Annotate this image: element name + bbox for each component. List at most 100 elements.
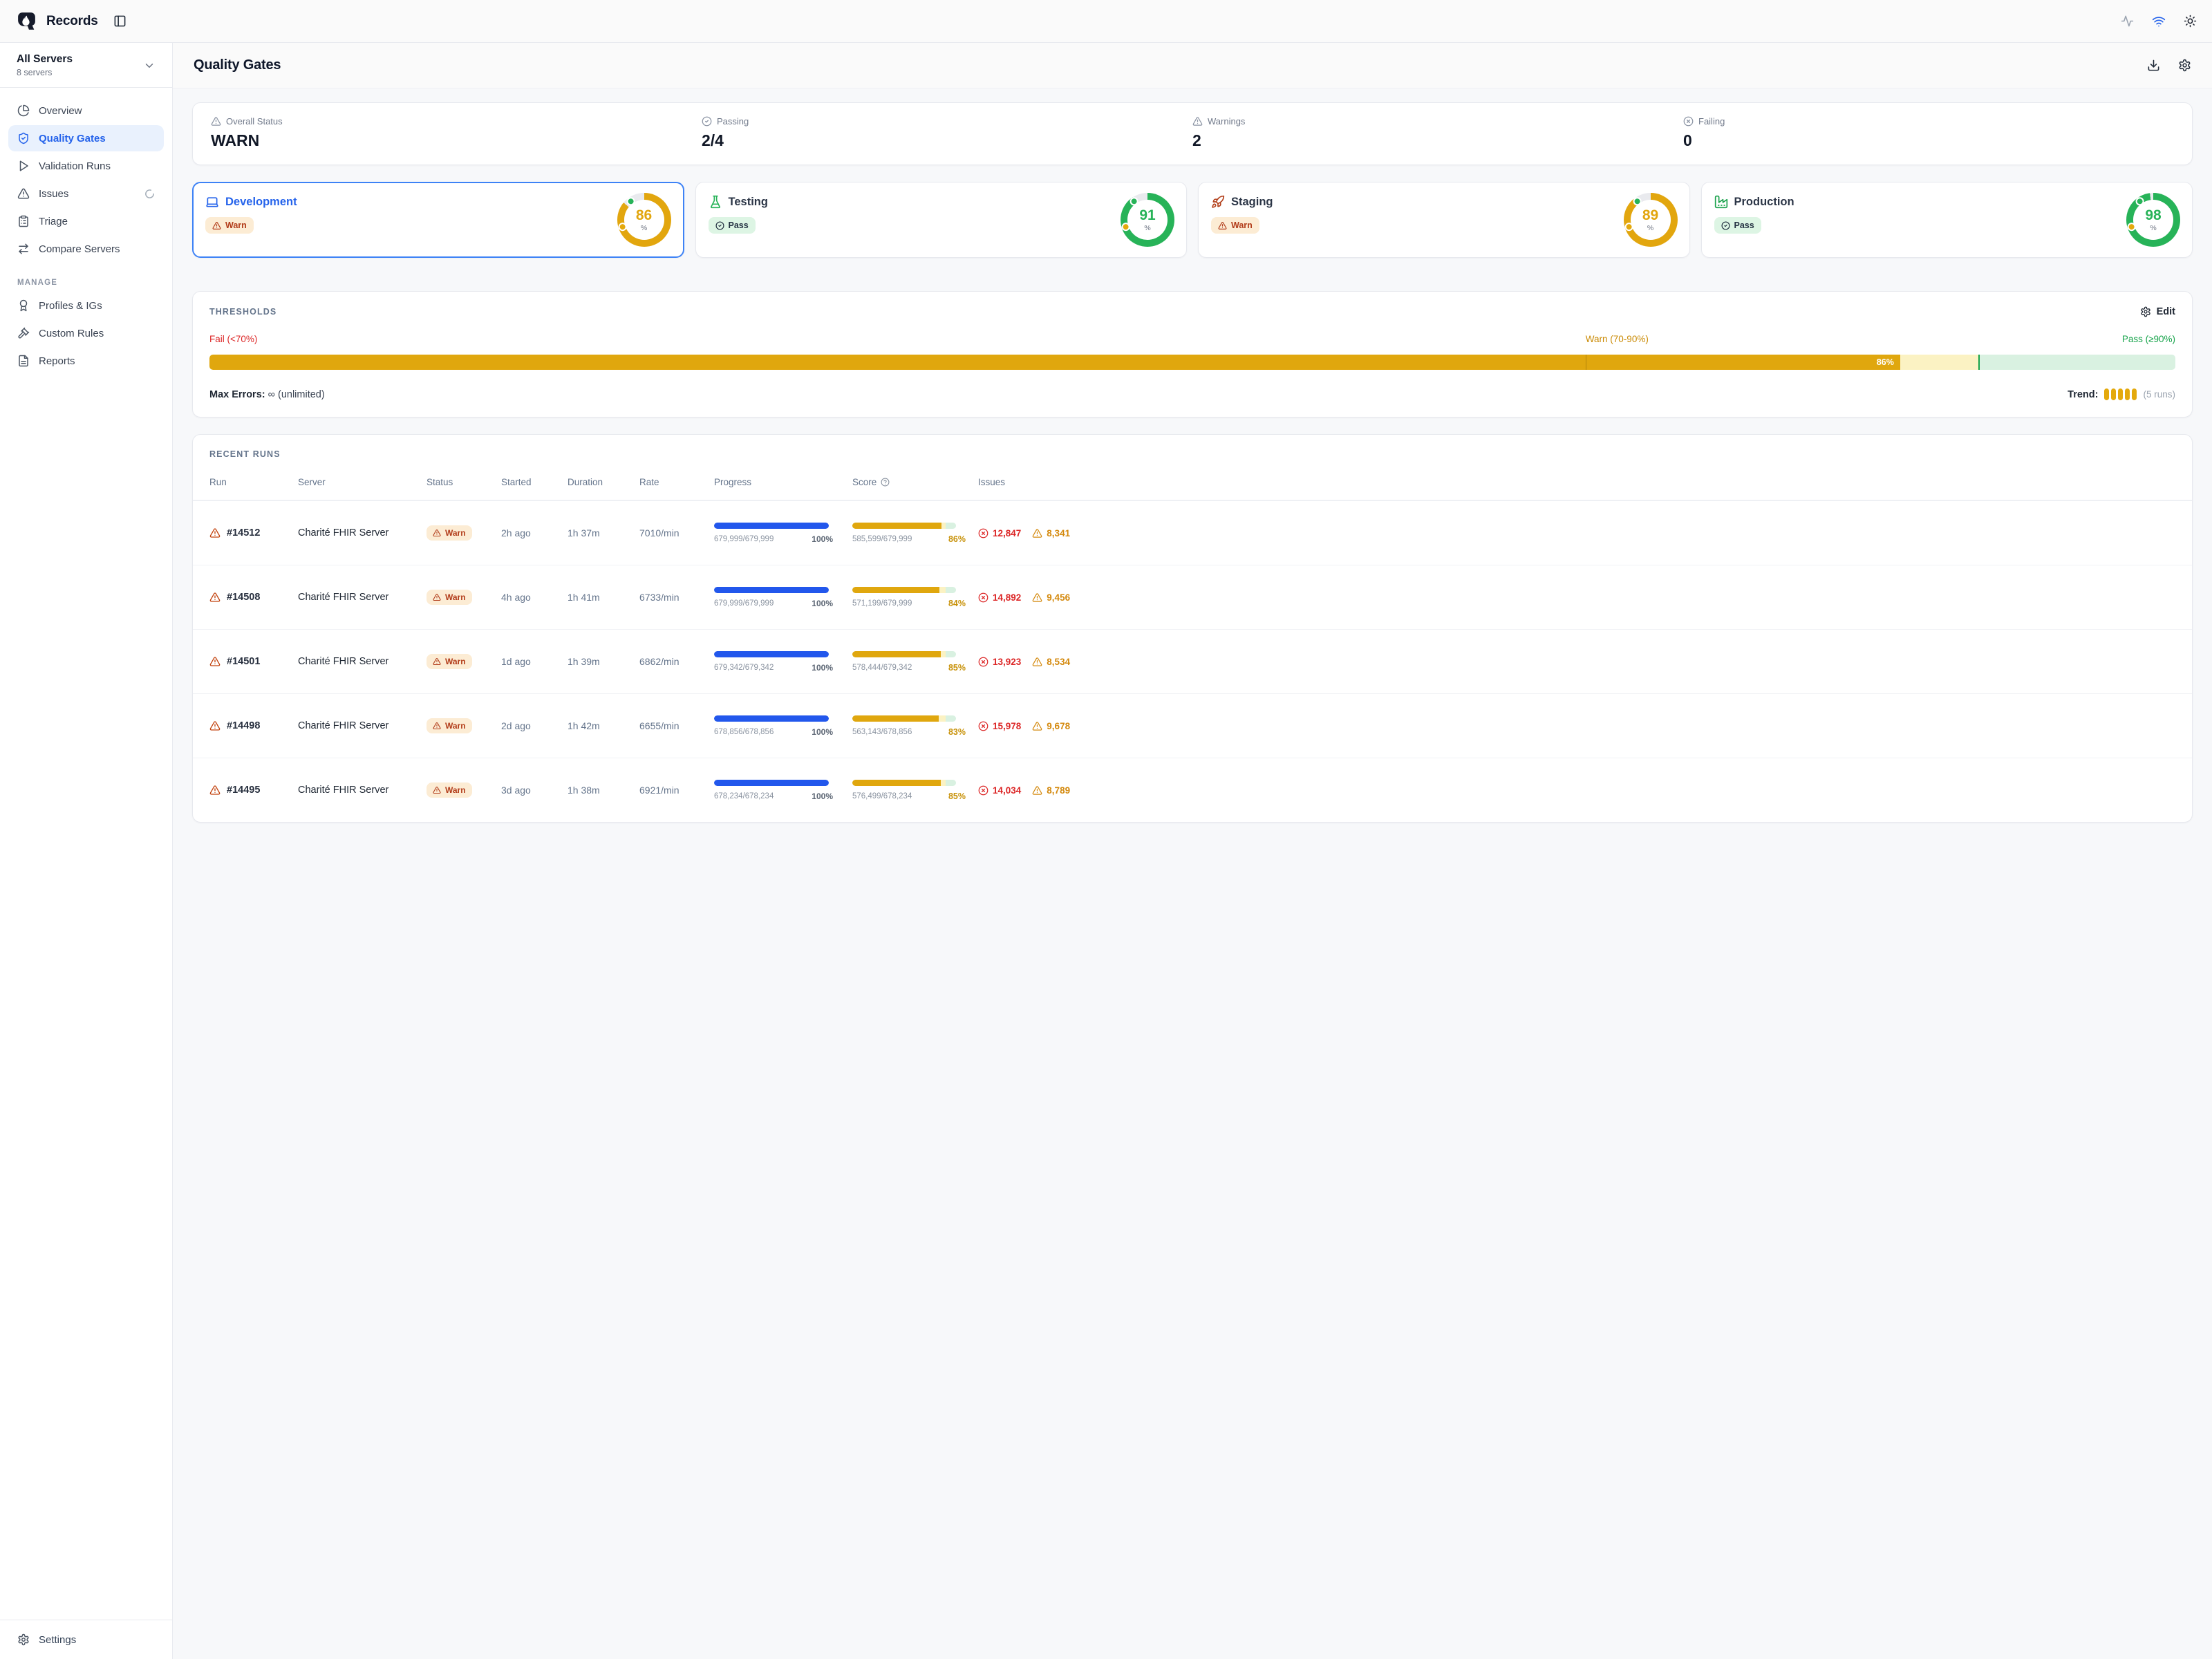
loading-spinner-icon (144, 189, 155, 199)
env-card-staging[interactable]: Staging Warn 89% (1198, 182, 1690, 258)
started: 3d ago (501, 785, 568, 796)
gear-icon (2140, 306, 2151, 317)
theme-sun-icon[interactable] (2184, 15, 2197, 28)
status-badge: Pass (709, 217, 756, 234)
issues-cell: 12,847 8,341 (978, 528, 2175, 538)
status-badge: Warn (427, 782, 472, 798)
sidebar-item-settings[interactable]: Settings (0, 1620, 172, 1659)
sidebar-toggle-button[interactable] (113, 15, 126, 28)
env-name: Testing (729, 196, 768, 209)
trend: Trend: (5 runs) (2068, 388, 2175, 400)
check-circle-icon (715, 221, 724, 230)
x-circle-icon (978, 592, 988, 603)
download-button[interactable] (2147, 59, 2160, 72)
pass-threshold-label: Pass (≥90%) (2122, 334, 2175, 344)
warning-icon (433, 657, 441, 666)
sidebar-item-custom-rules[interactable]: Custom Rules (8, 320, 164, 346)
settings-button[interactable] (2178, 59, 2191, 72)
warning-icon (1032, 721, 1042, 731)
sidebar-item-label: Settings (39, 1634, 76, 1646)
run-id: #14508 (227, 592, 260, 603)
sidebar-item-compare-servers[interactable]: Compare Servers (8, 236, 164, 262)
rate: 6921/min (639, 785, 714, 796)
topbar-actions (2121, 15, 2197, 28)
server-name: Charité FHIR Server (298, 592, 427, 603)
warning-icon (209, 720, 221, 731)
env-card-development[interactable]: Development Warn 86% (192, 182, 684, 258)
started: 2h ago (501, 527, 568, 538)
sidebar-item-label: Quality Gates (39, 133, 106, 144)
topbar: Records (0, 0, 2212, 43)
status-badge: Warn (427, 590, 472, 605)
warning-icon (209, 785, 221, 796)
summary-passing: Passing 2/4 (702, 116, 1192, 150)
table-row[interactable]: #14498 Charité FHIR Server Warn 2d ago 1… (193, 693, 2192, 758)
summary-failing: Failing 0 (1683, 116, 2174, 150)
pie-chart-icon (17, 104, 30, 117)
issues-cell: 15,978 9,678 (978, 721, 2175, 731)
progress-cell: 679,999/679,999100% (714, 587, 852, 608)
issues-cell: 14,892 9,456 (978, 592, 2175, 603)
fail-threshold-label: Fail (<70%) (209, 334, 257, 344)
thresholds-card: THRESHOLDS Edit Fail (<70%) Warn (70-90%… (192, 291, 2193, 418)
compare-arrows-icon (17, 243, 30, 255)
started: 4h ago (501, 592, 568, 603)
env-card-testing[interactable]: Testing Pass 91% (695, 182, 1188, 258)
warning-icon (209, 592, 221, 603)
thresholds-section-label: THRESHOLDS (209, 307, 276, 317)
warning-icon (433, 722, 441, 730)
sidebar-item-label: Profiles & IGs (39, 300, 102, 312)
issues-cell: 13,923 8,534 (978, 657, 2175, 667)
server-picker[interactable]: All Servers 8 servers (0, 43, 172, 88)
shield-check-icon (17, 132, 30, 144)
status-badge: Warn (205, 217, 254, 234)
run-id: #14498 (227, 720, 260, 731)
server-name: Charité FHIR Server (298, 656, 427, 667)
summary-card: Overall Status WARN Passing 2/4 Warnings… (192, 102, 2193, 165)
rate: 6862/min (639, 656, 714, 667)
table-row[interactable]: #14512 Charité FHIR Server Warn 2h ago 1… (193, 500, 2192, 565)
rocket-icon (1211, 195, 1225, 209)
env-card-production[interactable]: Production Pass 98% (1701, 182, 2193, 258)
alert-triangle-icon (211, 116, 221, 126)
sidebar: All Servers 8 servers Overview Quality G… (0, 43, 173, 1659)
warning-icon (212, 221, 221, 230)
x-circle-icon (978, 657, 988, 667)
warning-icon (1032, 528, 1042, 538)
status-badge: Warn (427, 718, 472, 733)
app-logo (15, 10, 38, 32)
flask-icon (709, 195, 722, 209)
check-circle-icon (1721, 221, 1730, 230)
summary-warnings: Warnings 2 (1192, 116, 1683, 150)
warning-icon (209, 656, 221, 667)
trend-mini-bars (2104, 388, 2137, 400)
score-donut: 89% (1624, 193, 1678, 247)
alert-triangle-icon (17, 187, 30, 200)
edit-thresholds-button[interactable]: Edit (2140, 306, 2175, 317)
chevron-down-icon (143, 59, 156, 72)
recent-runs-card: RECENT RUNS Run Server Status Started Du… (192, 434, 2193, 823)
server-name: Charité FHIR Server (298, 720, 427, 731)
x-circle-icon (978, 528, 988, 538)
status-badge: Warn (1211, 217, 1259, 234)
sidebar-item-issues[interactable]: Issues (8, 180, 164, 207)
score-donut: 91% (1121, 193, 1174, 247)
sidebar-item-overview[interactable]: Overview (8, 97, 164, 124)
table-row[interactable]: #14501 Charité FHIR Server Warn 1d ago 1… (193, 629, 2192, 693)
sidebar-item-triage[interactable]: Triage (8, 208, 164, 234)
wifi-icon[interactable] (2152, 15, 2166, 28)
x-circle-icon (978, 721, 988, 731)
sidebar-item-reports[interactable]: Reports (8, 348, 164, 374)
sidebar-item-label: Issues (39, 188, 68, 200)
progress-cell: 678,856/678,856100% (714, 715, 852, 737)
sidebar-item-profiles-igs[interactable]: Profiles & IGs (8, 292, 164, 319)
sidebar-item-validation-runs[interactable]: Validation Runs (8, 153, 164, 179)
gear-icon (17, 1633, 30, 1646)
table-row[interactable]: #14508 Charité FHIR Server Warn 4h ago 1… (193, 565, 2192, 629)
activity-icon[interactable] (2121, 15, 2134, 28)
score-donut: 98% (2126, 193, 2180, 247)
table-row[interactable]: #14495 Charité FHIR Server Warn 3d ago 1… (193, 758, 2192, 822)
sidebar-item-label: Overview (39, 105, 82, 117)
sidebar-item-quality-gates[interactable]: Quality Gates (8, 125, 164, 151)
summary-overall-status: Overall Status WARN (211, 116, 702, 150)
